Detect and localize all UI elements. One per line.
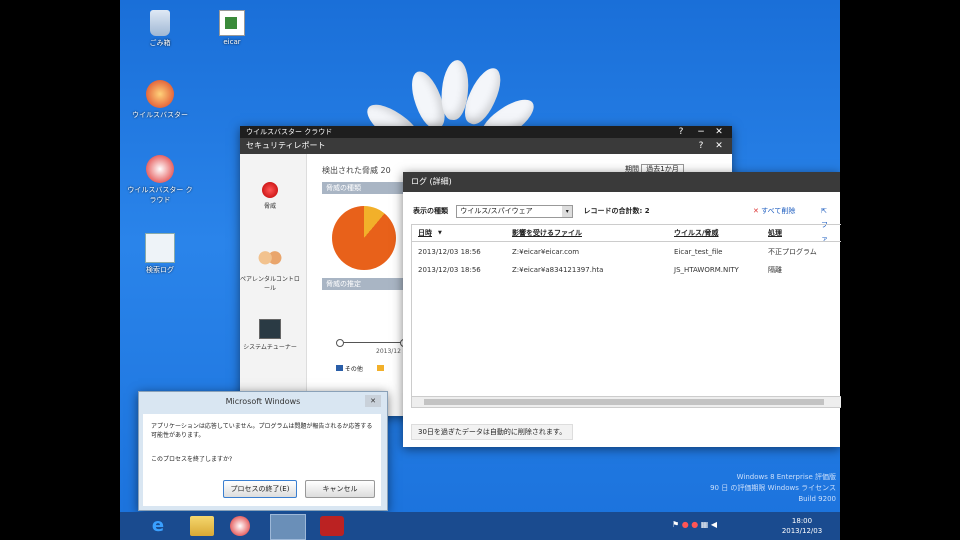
close-button[interactable]: ✕ bbox=[365, 395, 381, 407]
desktop-icon-antivirus[interactable]: ウイルスバスター bbox=[125, 80, 195, 120]
system-tuner-icon bbox=[259, 319, 281, 339]
dialog-body: アプリケーションは応答していません。プログラムは問題が報告されるか応答する可能性… bbox=[143, 414, 381, 506]
table-header: 日時 ▼ 影響を受けるファイル ウイルス/脅威 処理 bbox=[412, 225, 841, 242]
legend: その他 bbox=[336, 364, 384, 373]
close-button[interactable]: ✕ bbox=[712, 138, 726, 154]
security-tray-icon[interactable]: ● bbox=[691, 520, 698, 529]
horizontal-scrollbar[interactable] bbox=[412, 396, 841, 407]
sidebar-item-parental[interactable]: ペアレンタルコントロール bbox=[240, 249, 300, 292]
report-sidebar: 脅威 ペアレンタルコントロール システムチューナー bbox=[240, 154, 307, 416]
flag-icon[interactable]: ⚑ bbox=[672, 520, 679, 529]
network-icon[interactable]: ▦ bbox=[701, 520, 709, 529]
sidebar-item-tuner[interactable]: システムチューナー bbox=[240, 319, 300, 351]
close-button[interactable]: ✕ bbox=[712, 126, 726, 138]
sort-icon: ▼ bbox=[438, 230, 442, 236]
col-threat[interactable]: ウイルス/脅威 bbox=[674, 225, 719, 241]
delete-icon: ✕ bbox=[753, 207, 759, 215]
file-icon bbox=[219, 10, 245, 36]
system-tray: ⚑ ● ● ▦ ◀ bbox=[672, 520, 717, 529]
table-row[interactable]: 2013/12/03 18:56 Z:¥eicar¥a834121397.hta… bbox=[412, 263, 841, 277]
desktop-icon-antivirus-cloud[interactable]: ウイルスバスター クラウド bbox=[125, 155, 195, 205]
taskbar bbox=[120, 512, 840, 540]
report-titlebar: セキュリティレポート ? ✕ bbox=[240, 138, 732, 154]
search-log-icon bbox=[145, 233, 175, 263]
threat-pie-chart bbox=[332, 206, 396, 270]
minimize-button[interactable]: − bbox=[694, 126, 708, 138]
desktop-icon-eicar[interactable]: eicar bbox=[197, 10, 267, 46]
recycle-bin-icon bbox=[150, 10, 170, 36]
dialog-message: アプリケーションは応答していません。プログラムは問題が報告されるか応答する可能性… bbox=[151, 423, 373, 439]
desktop-icon-recycle-bin[interactable]: ごみ箱 bbox=[125, 10, 195, 48]
antivirus-app-icon bbox=[146, 80, 174, 108]
antivirus-tray-icon[interactable]: ● bbox=[682, 520, 689, 529]
shield-app-icon[interactable] bbox=[320, 516, 344, 536]
outer-titlebar: ウイルスバスター クラウド ? − ✕ bbox=[240, 126, 732, 138]
not-responding-dialog: Microsoft Windows ✕ アプリケーションは応答していません。プロ… bbox=[138, 391, 388, 511]
timeline-label: 2013/12 bbox=[376, 348, 401, 355]
threat-icon bbox=[262, 182, 278, 198]
footer-note: 30日を過ぎたデータは自動的に削除されます。 bbox=[411, 424, 574, 440]
log-table: 日時 ▼ 影響を受けるファイル ウイルス/脅威 処理 2013/12/03 18… bbox=[411, 224, 841, 408]
display-type-select[interactable]: ウイルス/スパイウェア ▾ bbox=[456, 204, 574, 218]
export-icon: ⇱ bbox=[821, 207, 827, 215]
window-app-icon[interactable] bbox=[270, 514, 306, 540]
legend-swatch bbox=[336, 365, 343, 371]
section-threat-types: 脅威の種類 bbox=[322, 182, 406, 194]
col-action[interactable]: 処理 bbox=[768, 225, 782, 241]
sidebar-item-threat[interactable]: 脅威 bbox=[240, 182, 300, 210]
antivirus-cloud-icon bbox=[146, 155, 174, 183]
chevron-down-icon: ▾ bbox=[562, 205, 573, 217]
desktop-icon-search-log[interactable]: 検索ログ bbox=[125, 233, 195, 275]
log-toolbar: 表示の種類 ウイルス/スパイウェア ▾ レコードの合計数: 2 ✕ すべて削除 … bbox=[413, 204, 833, 243]
internet-explorer-icon[interactable]: e bbox=[146, 516, 170, 536]
clock[interactable]: 18:00 2013/12/03 bbox=[778, 516, 826, 536]
cancel-button[interactable]: キャンセル bbox=[305, 480, 375, 498]
section-threat-estimate: 脅威の推定 bbox=[322, 278, 406, 290]
dialog-question: このプロセスを終了しますか? bbox=[151, 456, 233, 463]
antivirus-app-icon[interactable] bbox=[230, 516, 250, 536]
dialog-titlebar: Microsoft Windows ✕ bbox=[139, 392, 387, 412]
parental-control-icon bbox=[258, 249, 282, 271]
windows-watermark: Windows 8 Enterprise 評価版 90 日 の評価期限 Wind… bbox=[710, 473, 836, 503]
help-button[interactable]: ? bbox=[694, 138, 708, 154]
detected-header: 検出された脅威 20 bbox=[322, 166, 391, 175]
help-button[interactable]: ? bbox=[674, 126, 688, 138]
table-row[interactable]: 2013/12/03 18:56 Z:¥eicar¥eicar.com Eica… bbox=[412, 245, 841, 259]
log-window: ログ (詳細) 表示の種類 ウイルス/スパイウェア ▾ レコードの合計数: 2 … bbox=[403, 172, 841, 447]
timeline-point[interactable] bbox=[336, 339, 344, 347]
end-process-button[interactable]: プロセスの終了(E) bbox=[223, 480, 297, 498]
scrollbar-thumb[interactable] bbox=[424, 399, 824, 405]
volume-icon[interactable]: ◀ bbox=[711, 520, 717, 529]
col-date[interactable]: 日時 bbox=[418, 225, 432, 241]
file-explorer-icon[interactable] bbox=[190, 516, 214, 536]
col-file[interactable]: 影響を受けるファイル bbox=[512, 225, 582, 241]
log-titlebar: ログ (詳細) bbox=[403, 172, 840, 192]
clear-all-button[interactable]: ✕ すべて削除 bbox=[753, 204, 795, 218]
legend-swatch bbox=[376, 365, 384, 371]
